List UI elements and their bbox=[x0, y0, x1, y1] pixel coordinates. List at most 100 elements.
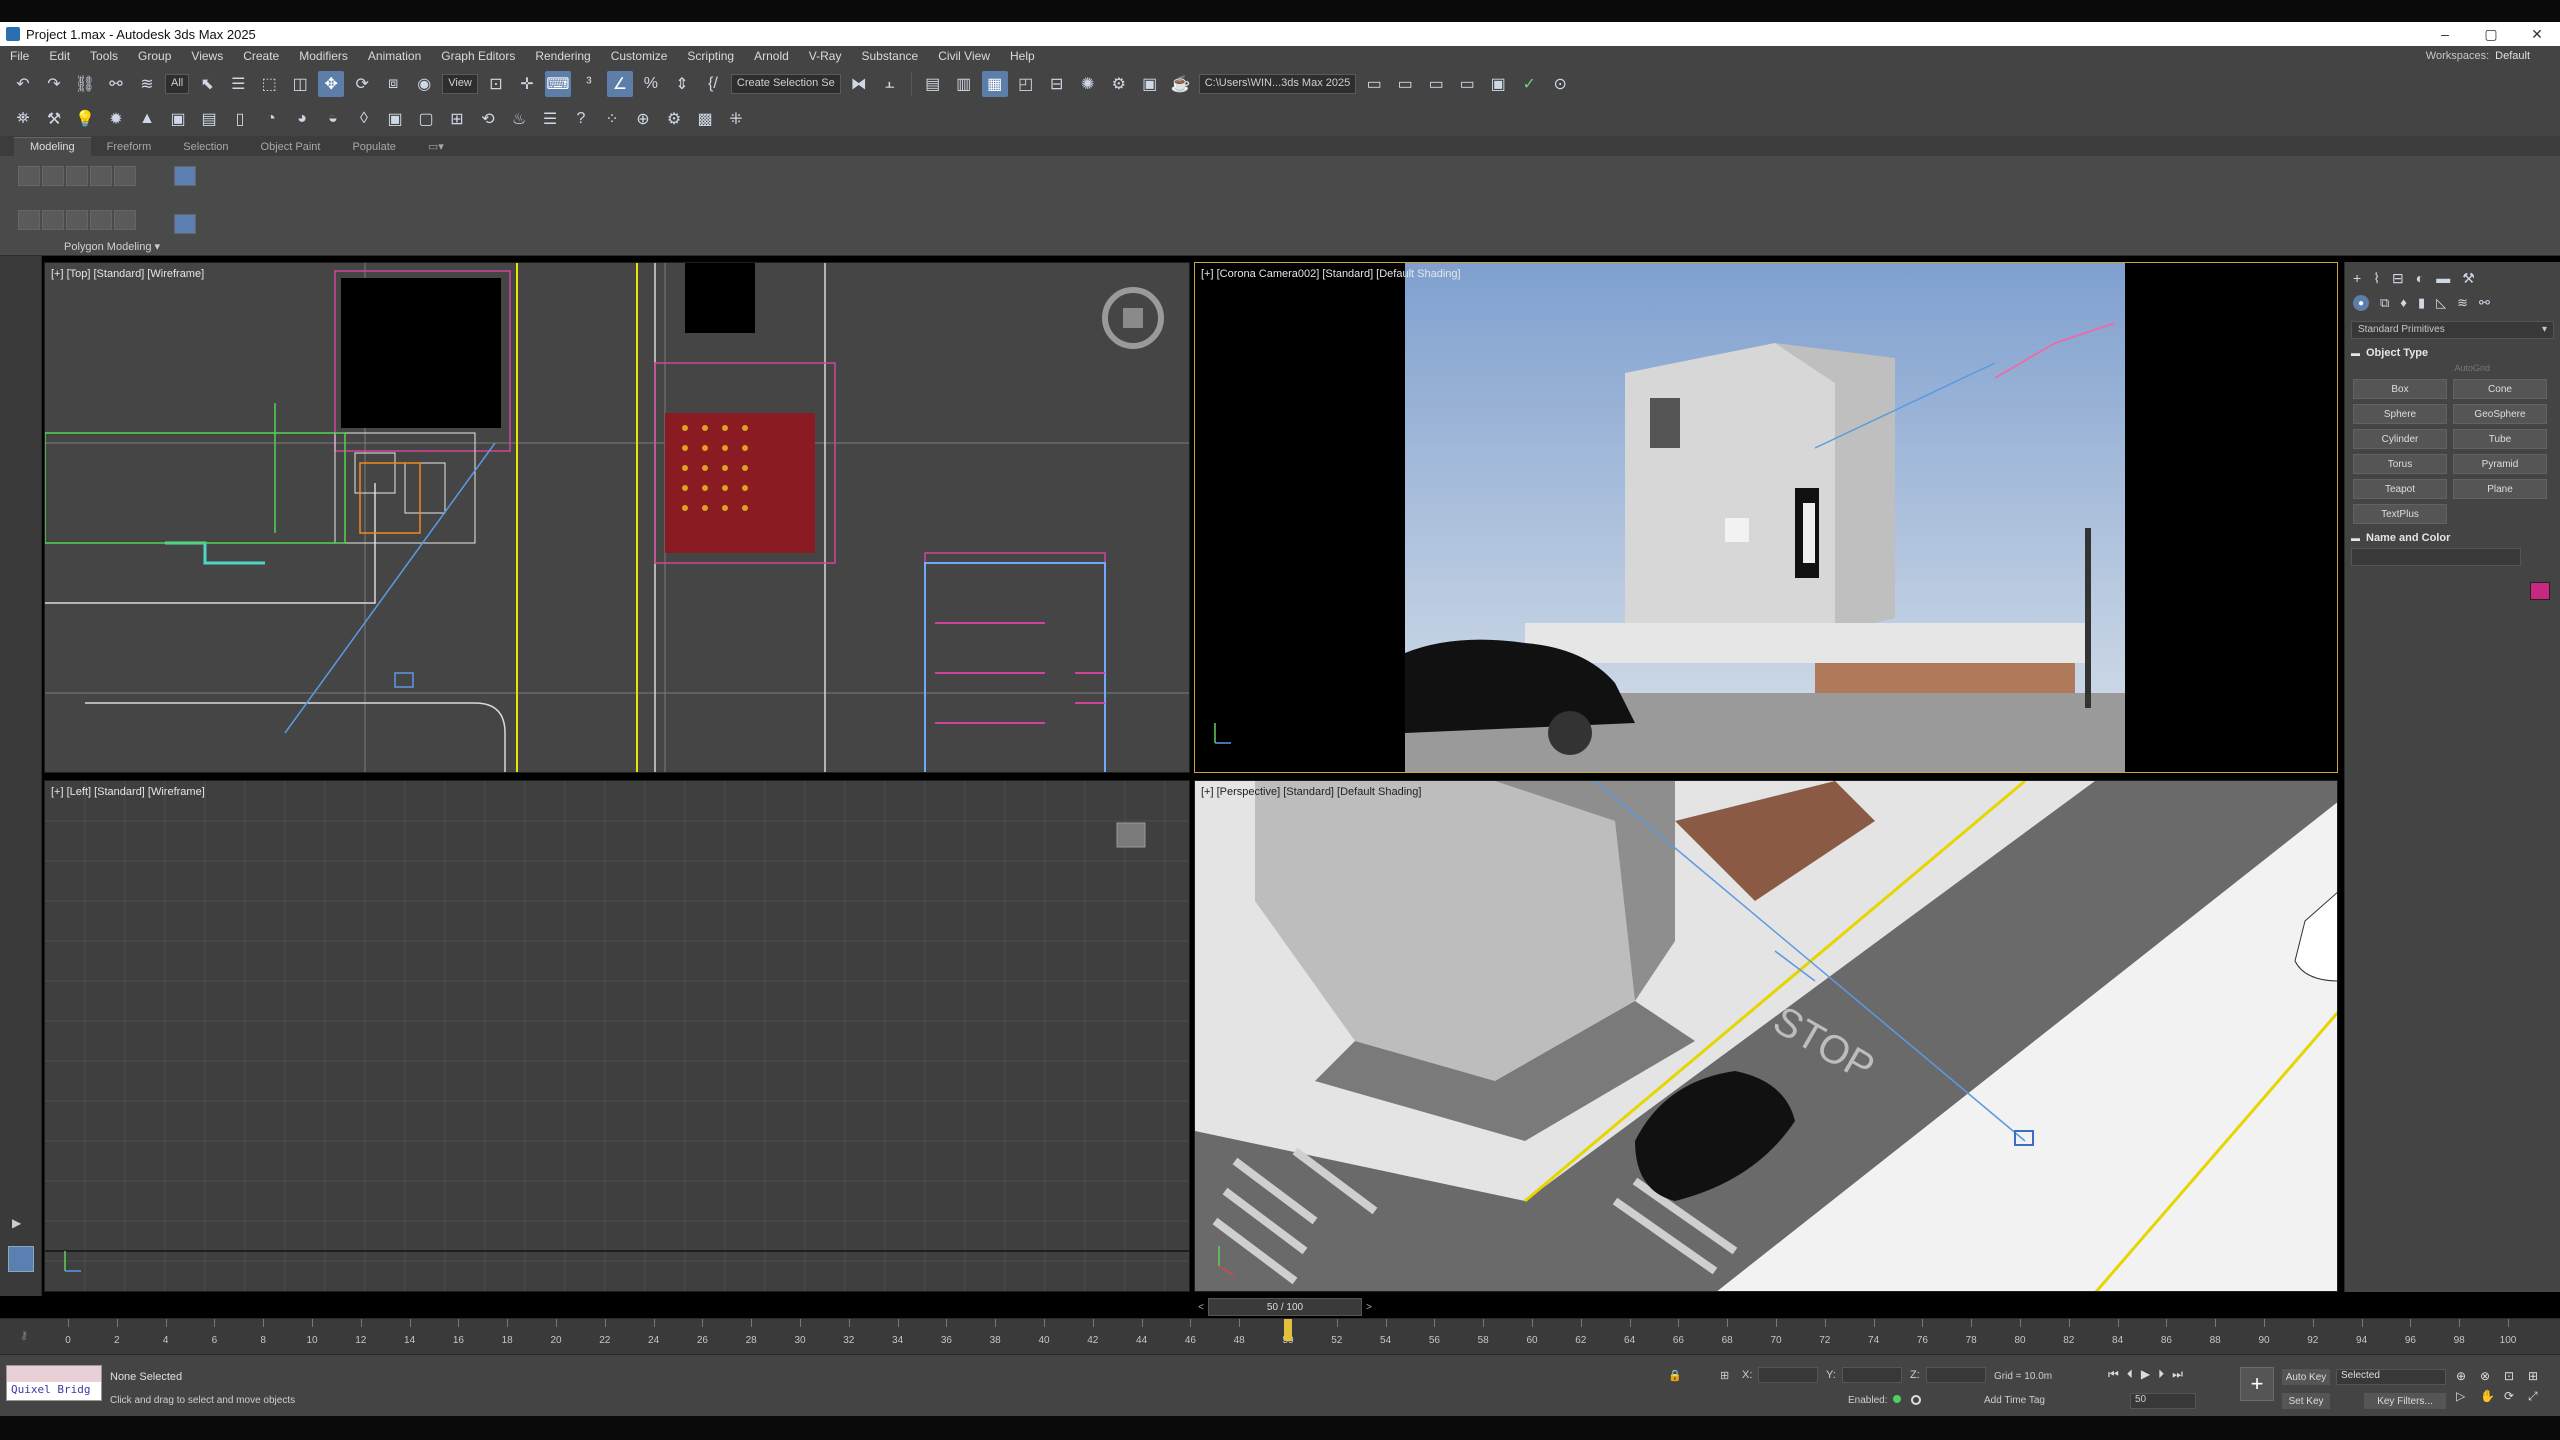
menu-rendering[interactable]: Rendering bbox=[525, 49, 600, 63]
torus-button[interactable]: Torus bbox=[2353, 454, 2447, 474]
maximize-button[interactable]: ▢ bbox=[2468, 22, 2514, 46]
box-button[interactable]: Box bbox=[2353, 379, 2447, 399]
camera-icon[interactable]: ▣ bbox=[165, 106, 191, 132]
scene-explorer-icon[interactable]: ▤ bbox=[920, 71, 946, 97]
spacewarps-category-icon[interactable]: ≋ bbox=[2457, 295, 2468, 311]
layer-explorer-icon[interactable]: ▥ bbox=[951, 71, 977, 97]
isolate-toggle[interactable] bbox=[1911, 1395, 1922, 1406]
snap-points-icon[interactable]: ⁘ bbox=[599, 106, 625, 132]
scatter-icon[interactable]: ◔ bbox=[258, 106, 284, 132]
rendered-frame-icon[interactable]: ▣ bbox=[1137, 71, 1163, 97]
helper-icon[interactable]: ⛯ bbox=[10, 106, 36, 132]
prev-frame-arrow[interactable]: < bbox=[1194, 1298, 1208, 1316]
shapes-category-icon[interactable]: ⧉ bbox=[2380, 295, 2389, 311]
menu-modifiers[interactable]: Modifiers bbox=[289, 49, 358, 63]
cameras-category-icon[interactable]: ▮ bbox=[2418, 295, 2425, 311]
primitive-category-dropdown[interactable]: Standard Primitives ▾ bbox=[2351, 321, 2554, 339]
nodes-icon[interactable]: ⁜ bbox=[723, 106, 749, 132]
track-bar[interactable]: ⚷ 0 2 4 6 8 10 12 14 16 18 20 22 24 26 28 30 32 34 36 38 40 4… bbox=[0, 1318, 2560, 1354]
object-color-swatch[interactable] bbox=[2530, 582, 2550, 600]
absolute-mode-icon[interactable]: ⊞ bbox=[1720, 1369, 1729, 1382]
menu-help[interactable]: Help bbox=[1000, 49, 1045, 63]
viewport-perspective[interactable]: STOP [+] [Perspective] [Standard] [Defau… bbox=[1194, 780, 2338, 1292]
bone-icon[interactable]: ⚒ bbox=[41, 106, 67, 132]
ribbon-button[interactable] bbox=[42, 210, 64, 230]
ribbon-button[interactable] bbox=[114, 166, 136, 186]
lock-icon[interactable]: 🔒 bbox=[1668, 1369, 1682, 1382]
x-coordinate-field[interactable] bbox=[1758, 1367, 1818, 1383]
image-icon[interactable]: ▩ bbox=[692, 106, 718, 132]
ribbon-options-icon[interactable]: ▭▾ bbox=[412, 137, 460, 156]
teapot-button[interactable]: Teapot bbox=[2353, 479, 2447, 499]
viewport-label-camera[interactable]: [+] [Corona Camera002] [Standard] [Defau… bbox=[1201, 268, 1461, 280]
set-key-button[interactable]: Set Key bbox=[2282, 1393, 2330, 1409]
orbit-icon[interactable]: ⟳ bbox=[2504, 1389, 2526, 1404]
menu-views[interactable]: Views bbox=[181, 49, 233, 63]
project-settings-icon[interactable]: ▭ bbox=[1454, 71, 1480, 97]
select-by-name-icon[interactable]: ☰ bbox=[225, 71, 251, 97]
snaps-toggle-icon[interactable]: ³ bbox=[576, 71, 602, 97]
redo-icon[interactable]: ↷ bbox=[41, 71, 67, 97]
proxy-icon[interactable]: ▯ bbox=[227, 106, 253, 132]
object-type-rollout[interactable]: ▬ Object Type bbox=[2351, 347, 2554, 359]
loop-icon[interactable]: ⟲ bbox=[475, 106, 501, 132]
viewport-top[interactable]: [+] [Top] [Standard] [Wireframe] bbox=[44, 262, 1190, 773]
viewport-camera[interactable]: [+] [Corona Camera002] [Standard] [Defau… bbox=[1194, 262, 2338, 773]
go-to-start-icon[interactable]: ⏮ bbox=[2108, 1367, 2119, 1382]
menu-customize[interactable]: Customize bbox=[601, 49, 678, 63]
project-path-dropdown[interactable]: C:\Users\WIN...3ds Max 2025 bbox=[1198, 74, 1357, 94]
y-coordinate-field[interactable] bbox=[1842, 1367, 1902, 1383]
toggle-ribbon-icon[interactable]: ▦ bbox=[981, 71, 1008, 97]
menu-group[interactable]: Group bbox=[128, 49, 181, 63]
modify-tab-icon[interactable]: ⌇ bbox=[2373, 270, 2380, 287]
create-tab-icon[interactable]: + bbox=[2353, 270, 2361, 287]
autogrid-checkbox[interactable]: AutoGrid bbox=[2345, 361, 2560, 379]
workspaces-selector[interactable]: Workspaces: Default bbox=[2426, 50, 2530, 62]
angle-snap-icon[interactable]: ∠ bbox=[606, 71, 633, 97]
textplus-button[interactable]: TextPlus bbox=[2353, 504, 2447, 524]
key-mode-dropdown[interactable]: Selected bbox=[2336, 1369, 2446, 1385]
current-frame-field[interactable]: 50 bbox=[2130, 1393, 2196, 1409]
open-project-icon[interactable]: ▭ bbox=[1392, 71, 1418, 97]
ribbon-button[interactable] bbox=[42, 166, 64, 186]
pan-icon[interactable]: ✋ bbox=[2480, 1389, 2502, 1404]
ribbon-button[interactable] bbox=[90, 210, 112, 230]
menu-create[interactable]: Create bbox=[233, 49, 289, 63]
menu-tools[interactable]: Tools bbox=[80, 49, 128, 63]
flame-icon[interactable]: ♨ bbox=[506, 106, 532, 132]
ribbon-button[interactable] bbox=[18, 166, 40, 186]
target-icon[interactable]: ⊕ bbox=[630, 106, 656, 132]
placement-icon[interactable]: ◉ bbox=[411, 71, 437, 97]
selection-filter-dropdown[interactable]: All bbox=[165, 74, 190, 94]
viewport-label-left[interactable]: [+] [Left] [Standard] [Wireframe] bbox=[51, 786, 205, 798]
scale-icon[interactable]: ⧈ bbox=[380, 71, 406, 97]
ribbon-button[interactable] bbox=[114, 210, 136, 230]
name-color-rollout[interactable]: ▬ Name and Color bbox=[2351, 532, 2554, 544]
add-time-tag[interactable]: Add Time Tag bbox=[1984, 1395, 2045, 1406]
material-icon[interactable]: ◕ bbox=[289, 106, 315, 132]
viewport-left[interactable]: [+] [Left] [Standard] [Wireframe] bbox=[44, 780, 1190, 1292]
pyramid-button[interactable]: Pyramid bbox=[2453, 454, 2547, 474]
zoom-all-icon[interactable]: ⊗ bbox=[2480, 1369, 2502, 1383]
viewport-layout-icon[interactable] bbox=[8, 1246, 34, 1272]
light-icon[interactable]: 💡 bbox=[72, 106, 98, 132]
hierarchy-tab-icon[interactable]: ⊟ bbox=[2392, 270, 2404, 287]
pivot-center-icon[interactable]: ⊡ bbox=[483, 71, 509, 97]
frame-buffer-icon[interactable]: ▣ bbox=[382, 106, 408, 132]
material-editor-icon[interactable]: ✺ bbox=[1075, 71, 1101, 97]
time-slider[interactable]: 50 / 100 bbox=[1208, 1298, 1362, 1316]
zoom-icon[interactable]: ⊕ bbox=[2456, 1369, 2478, 1383]
adaptive-degradation[interactable]: Enabled: bbox=[1848, 1395, 1922, 1406]
key-filters-button[interactable]: Key Filters... bbox=[2364, 1393, 2446, 1409]
systems-category-icon[interactable]: ⚯ bbox=[2479, 295, 2490, 311]
ribbon-button[interactable] bbox=[66, 166, 88, 186]
menu-arnold[interactable]: Arnold bbox=[744, 49, 799, 63]
ribbon-tab-object-paint[interactable]: Object Paint bbox=[245, 138, 337, 156]
named-selection-dropdown[interactable]: Create Selection Se bbox=[730, 74, 841, 94]
ribbon-button-active[interactable] bbox=[174, 166, 196, 186]
geometry-category-icon[interactable]: ● bbox=[2353, 295, 2369, 311]
viewport-label-top[interactable]: [+] [Top] [Standard] [Wireframe] bbox=[51, 268, 204, 280]
zoom-extents-all-icon[interactable]: ⊞ bbox=[2528, 1369, 2550, 1383]
field-of-view-icon[interactable]: ▷ bbox=[2456, 1389, 2478, 1404]
move-icon[interactable]: ✥ bbox=[318, 71, 345, 97]
